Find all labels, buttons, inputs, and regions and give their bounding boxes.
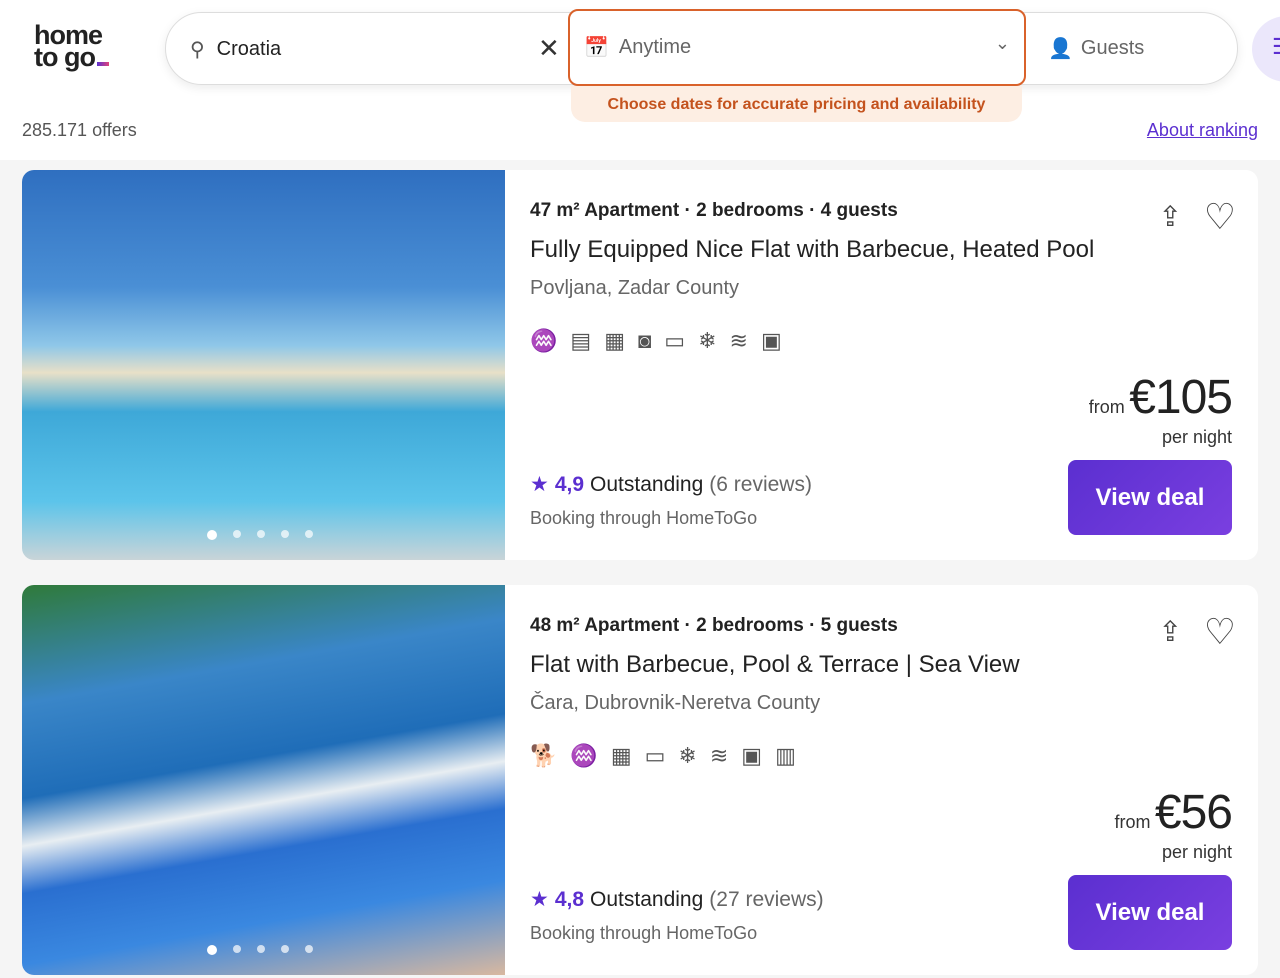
tv-icon: ▭	[664, 328, 686, 353]
tv-icon: ▭	[644, 743, 666, 768]
chevron-down-icon: ⌄	[994, 33, 1010, 53]
pool-icon: ♒	[570, 743, 598, 768]
booking-note: Booking through HomeToGo	[530, 923, 758, 943]
share-icon[interactable]: ⇪	[1159, 200, 1182, 233]
listing-title[interactable]: Fully Equipped Nice Flat with Barbecue, …	[530, 236, 1140, 264]
dates-field[interactable]: 📅 Anytime ⌄	[568, 9, 1026, 86]
about-ranking-link[interactable]: About ranking	[1147, 120, 1258, 141]
wifi-icon: ≋	[709, 743, 729, 768]
view-deal-button[interactable]: View deal	[1068, 460, 1232, 535]
crib-icon: ▥	[775, 743, 796, 768]
listing-card[interactable]: 47 m² Apartment · 2 bedrooms · 4 guests …	[22, 170, 1258, 560]
listing-photo[interactable]	[22, 170, 505, 560]
date-hint: Choose dates for accurate pricing and av…	[571, 86, 1022, 122]
listing-location: Povljana, Zadar County	[530, 277, 740, 299]
header: hometo go ⚲ Croatia ✕ 📅Anytime⌄ 👤Guests ☰…	[0, 0, 1280, 160]
listing-title[interactable]: Flat with Barbecue, Pool & Terrace | Sea…	[530, 651, 1140, 679]
listing-location: Čara, Dubrovnik-Neretva County	[530, 692, 821, 714]
hometogo-logo[interactable]: home to go	[34, 22, 109, 71]
offers-count: 285.171 offers	[22, 120, 137, 140]
wifi-icon: ≋	[729, 328, 748, 353]
pool-icon: ♒	[530, 328, 558, 353]
star-icon: ★	[530, 473, 549, 496]
heart-icon[interactable]: ♡	[1204, 196, 1236, 238]
amenities: 🐕 ♒ ▦ ▭ ❄ ≋ ▣ ▥	[530, 743, 796, 769]
carousel-dots[interactable]	[207, 530, 313, 540]
dishwasher-icon: ▤	[570, 328, 592, 353]
calendar-icon: 📅	[584, 37, 609, 59]
share-icon[interactable]: ⇪	[1159, 615, 1182, 648]
listing-card[interactable]: 48 m² Apartment · 2 bedrooms · 5 guests …	[22, 585, 1258, 975]
balcony-icon: ▦	[610, 743, 632, 768]
location-input[interactable]: Croatia	[217, 38, 281, 61]
microwave-icon: ▣	[760, 328, 782, 353]
listing-specs: 47 m² Apartment · 2 bedrooms · 4 guests	[530, 200, 898, 221]
washing-machine-icon: ◙	[638, 328, 652, 353]
balcony-icon: ▦	[604, 328, 625, 353]
rating: ★ 4,8 Outstanding (27 reviews)	[530, 887, 824, 912]
air-conditioning-icon: ❄	[698, 328, 717, 353]
price: from €105 per night	[1088, 371, 1233, 447]
search-icon: ⚲	[190, 39, 205, 61]
view-deal-button[interactable]: View deal	[1068, 875, 1232, 950]
rating: ★ 4,9 Outstanding (6 reviews)	[530, 472, 812, 497]
menu-button[interactable]: ☰	[1252, 16, 1280, 82]
listing-photo[interactable]	[22, 585, 505, 975]
heart-icon[interactable]: ♡	[1204, 611, 1236, 653]
clear-icon[interactable]: ✕	[538, 33, 560, 64]
guests-field[interactable]: 👤 Guests	[1048, 36, 1144, 61]
pets-icon: 🐕	[530, 743, 558, 768]
amenities: ♒ ▤ ▦ ◙ ▭ ❄ ≋ ▣	[530, 328, 782, 354]
price: from €56 per night	[1114, 786, 1233, 862]
microwave-icon: ▣	[741, 743, 763, 768]
air-conditioning-icon: ❄	[678, 743, 697, 768]
booking-note: Booking through HomeToGo	[530, 508, 758, 528]
star-icon: ★	[530, 888, 549, 911]
person-icon: 👤	[1048, 38, 1073, 60]
carousel-dots[interactable]	[207, 945, 313, 955]
listing-specs: 48 m² Apartment · 2 bedrooms · 5 guests	[530, 615, 898, 636]
